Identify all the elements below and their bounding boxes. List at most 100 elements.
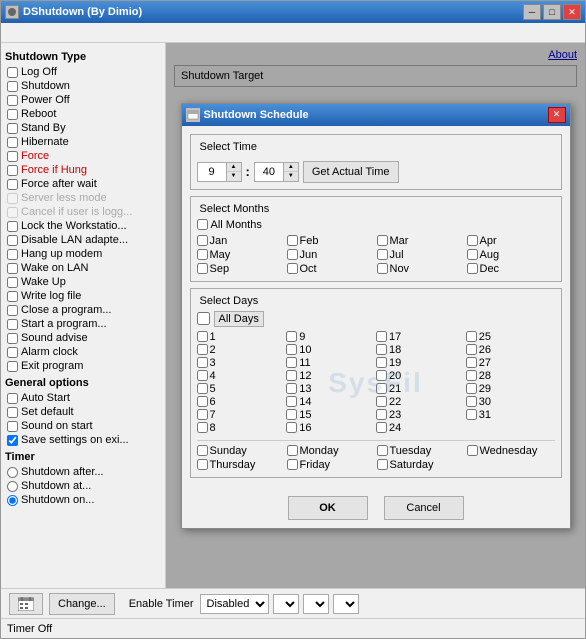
day-14[interactable]: 14 bbox=[286, 396, 375, 408]
minute-up-arrow[interactable]: ▲ bbox=[284, 163, 298, 172]
checkbox-wake-on-lan[interactable]: Wake on LAN bbox=[5, 261, 161, 275]
minute-down-arrow[interactable]: ▼ bbox=[284, 172, 298, 181]
month-nov[interactable]: Nov bbox=[377, 263, 465, 275]
hour-input[interactable] bbox=[198, 163, 226, 181]
checkbox-log-off-input[interactable] bbox=[7, 67, 18, 78]
checkbox-force-after-wait[interactable]: Force after wait bbox=[5, 177, 161, 191]
get-actual-time-button[interactable]: Get Actual Time bbox=[303, 161, 399, 183]
checkbox-save-settings[interactable]: Save settings on exi... bbox=[5, 433, 161, 447]
checkbox-write-log-input[interactable] bbox=[7, 291, 18, 302]
day-26[interactable]: 26 bbox=[466, 344, 555, 356]
checkbox-sound-on-start[interactable]: Sound on start bbox=[5, 419, 161, 433]
month-jan[interactable]: Jan bbox=[197, 235, 285, 247]
checkbox-lock-workstation-input[interactable] bbox=[7, 221, 18, 232]
all-days-button[interactable]: All Days bbox=[214, 311, 264, 327]
checkbox-force-if-hung-input[interactable] bbox=[7, 165, 18, 176]
checkbox-save-settings-input[interactable] bbox=[7, 435, 18, 446]
checkbox-power-off-input[interactable] bbox=[7, 95, 18, 106]
day-17[interactable]: 17 bbox=[376, 331, 465, 343]
hour-spinner[interactable]: ▲ ▼ bbox=[197, 162, 242, 182]
checkbox-force-if-hung[interactable]: Force if Hung bbox=[5, 163, 161, 177]
radio-shutdown-after[interactable]: Shutdown after... bbox=[5, 465, 161, 479]
change-button[interactable]: Change... bbox=[49, 593, 115, 615]
day-28[interactable]: 28 bbox=[466, 370, 555, 382]
timer-disabled-select[interactable]: Disabled bbox=[200, 594, 269, 614]
month-oct[interactable]: Oct bbox=[287, 263, 375, 275]
day-21[interactable]: 21 bbox=[376, 383, 465, 395]
hour-down-arrow[interactable]: ▼ bbox=[227, 172, 241, 181]
radio-shutdown-on-input[interactable] bbox=[7, 495, 18, 506]
day-27[interactable]: 27 bbox=[466, 357, 555, 369]
weekday-sunday[interactable]: Sunday bbox=[197, 445, 285, 457]
radio-shutdown-at-input[interactable] bbox=[7, 481, 18, 492]
checkbox-standby-input[interactable] bbox=[7, 123, 18, 134]
modal-ok-button[interactable]: OK bbox=[288, 496, 368, 520]
checkbox-set-default-input[interactable] bbox=[7, 407, 18, 418]
checkbox-auto-start[interactable]: Auto Start bbox=[5, 391, 161, 405]
weekday-friday[interactable]: Friday bbox=[287, 459, 375, 471]
checkbox-set-default[interactable]: Set default bbox=[5, 405, 161, 419]
month-sep[interactable]: Sep bbox=[197, 263, 285, 275]
day-6[interactable]: 6 bbox=[197, 396, 286, 408]
weekday-wednesday[interactable]: Wednesday bbox=[467, 445, 555, 457]
day-4[interactable]: 4 bbox=[197, 370, 286, 382]
radio-shutdown-at[interactable]: Shutdown at... bbox=[5, 479, 161, 493]
checkbox-write-log[interactable]: Write log file bbox=[5, 289, 161, 303]
checkbox-disable-lan-input[interactable] bbox=[7, 235, 18, 246]
minute-spinner[interactable]: ▲ ▼ bbox=[254, 162, 299, 182]
checkbox-force-after-wait-input[interactable] bbox=[7, 179, 18, 190]
checkbox-hangup-modem-input[interactable] bbox=[7, 249, 18, 260]
day-1[interactable]: 1 bbox=[197, 331, 286, 343]
day-7[interactable]: 7 bbox=[197, 409, 286, 421]
checkbox-force-input[interactable] bbox=[7, 151, 18, 162]
checkbox-alarm-clock-input[interactable] bbox=[7, 347, 18, 358]
day-9[interactable]: 9 bbox=[286, 331, 375, 343]
month-aug[interactable]: Aug bbox=[467, 249, 555, 261]
checkbox-auto-start-input[interactable] bbox=[7, 393, 18, 404]
day-11[interactable]: 11 bbox=[286, 357, 375, 369]
checkbox-exit-program[interactable]: Exit program bbox=[5, 359, 161, 373]
day-3[interactable]: 3 bbox=[197, 357, 286, 369]
day-16[interactable]: 16 bbox=[286, 422, 375, 434]
modal-cancel-button[interactable]: Cancel bbox=[384, 496, 464, 520]
checkbox-hangup-modem[interactable]: Hang up modem bbox=[5, 247, 161, 261]
checkbox-close-program-input[interactable] bbox=[7, 305, 18, 316]
day-13[interactable]: 13 bbox=[286, 383, 375, 395]
day-23[interactable]: 23 bbox=[376, 409, 465, 421]
calendar-button[interactable] bbox=[9, 593, 43, 615]
month-jun[interactable]: Jun bbox=[287, 249, 375, 261]
month-may[interactable]: May bbox=[197, 249, 285, 261]
modal-close-button[interactable]: ✕ bbox=[548, 107, 566, 123]
timer-select-4[interactable] bbox=[333, 594, 359, 614]
close-button[interactable]: ✕ bbox=[563, 4, 581, 20]
day-31[interactable]: 31 bbox=[466, 409, 555, 421]
checkbox-wake-on-lan-input[interactable] bbox=[7, 263, 18, 274]
checkbox-start-program-input[interactable] bbox=[7, 319, 18, 330]
month-dec[interactable]: Dec bbox=[467, 263, 555, 275]
radio-shutdown-after-input[interactable] bbox=[7, 467, 18, 478]
all-days-checkbox-label[interactable]: All Days bbox=[197, 311, 555, 327]
checkbox-power-off[interactable]: Power Off bbox=[5, 93, 161, 107]
checkbox-wake-up-input[interactable] bbox=[7, 277, 18, 288]
checkbox-shutdown[interactable]: Shutdown bbox=[5, 79, 161, 93]
maximize-button[interactable]: □ bbox=[543, 4, 561, 20]
weekday-thursday[interactable]: Thursday bbox=[197, 459, 285, 471]
radio-shutdown-on[interactable]: Shutdown on... bbox=[5, 493, 161, 507]
checkbox-close-program[interactable]: Close a program... bbox=[5, 303, 161, 317]
day-29[interactable]: 29 bbox=[466, 383, 555, 395]
checkbox-force[interactable]: Force bbox=[5, 149, 161, 163]
weekday-saturday[interactable]: Saturday bbox=[377, 459, 465, 471]
checkbox-reboot-input[interactable] bbox=[7, 109, 18, 120]
month-jul[interactable]: Jul bbox=[377, 249, 465, 261]
checkbox-disable-lan[interactable]: Disable LAN adapte... bbox=[5, 233, 161, 247]
checkbox-hibernate[interactable]: Hibernate bbox=[5, 135, 161, 149]
day-22[interactable]: 22 bbox=[376, 396, 465, 408]
timer-select-2[interactable] bbox=[273, 594, 299, 614]
checkbox-log-off[interactable]: Log Off bbox=[5, 65, 161, 79]
day-20[interactable]: 20 bbox=[376, 370, 465, 382]
all-days-checkbox[interactable] bbox=[197, 312, 210, 325]
minute-input[interactable] bbox=[255, 163, 283, 181]
checkbox-shutdown-input[interactable] bbox=[7, 81, 18, 92]
checkbox-sound-advise[interactable]: Sound advise bbox=[5, 331, 161, 345]
timer-select-3[interactable] bbox=[303, 594, 329, 614]
